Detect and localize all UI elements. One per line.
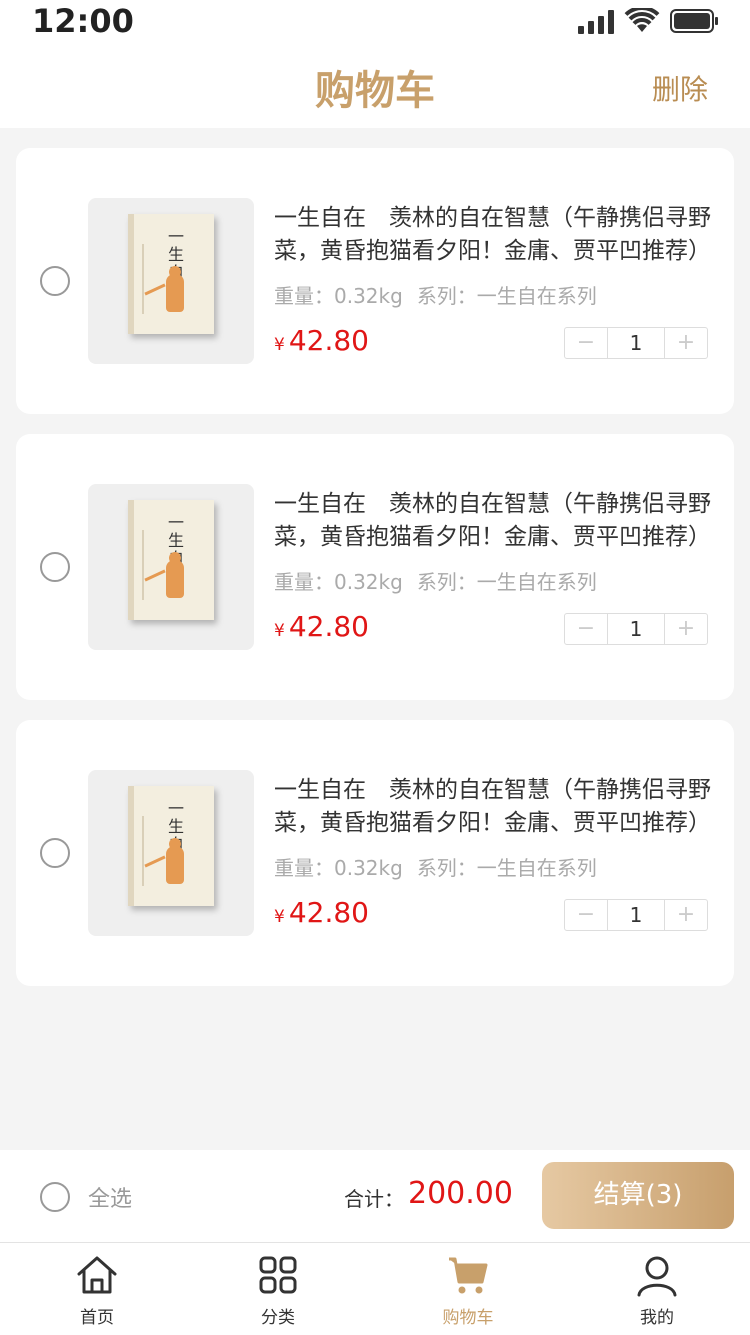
price-value: 42.80 bbox=[288, 610, 369, 643]
tab-label: 分类 bbox=[261, 1308, 295, 1328]
delete-button[interactable]: 删除 bbox=[652, 68, 708, 108]
status-time: 12:00 bbox=[32, 2, 134, 40]
select-all-label[interactable]: 全选 bbox=[88, 1181, 132, 1213]
quantity-stepper: − 1 + bbox=[564, 899, 708, 931]
book-cover: 一生自在 bbox=[128, 214, 214, 334]
user-icon bbox=[637, 1256, 677, 1297]
decrease-button[interactable]: − bbox=[565, 328, 607, 358]
quantity-value[interactable]: 1 bbox=[607, 328, 665, 358]
product-weight: 重量：0.32kg bbox=[274, 856, 403, 880]
product-price: ¥42.80 bbox=[274, 896, 369, 929]
product-meta: 重量：0.32kg 系列：一生自在系列 bbox=[274, 852, 597, 881]
tab-category[interactable]: 分类 bbox=[218, 1243, 338, 1335]
product-title[interactable]: 一生自在 羡林的自在智慧（午静携侣寻野菜，黄昏抱猫看夕阳！金庸、贾平凹推荐） bbox=[274, 202, 714, 268]
quantity-value[interactable]: 1 bbox=[607, 614, 665, 644]
tab-label: 购物车 bbox=[442, 1308, 494, 1328]
currency-symbol: ¥ bbox=[274, 335, 285, 355]
quantity-stepper: − 1 + bbox=[564, 327, 708, 359]
product-series: 系列：一生自在系列 bbox=[416, 856, 597, 880]
increase-button[interactable]: + bbox=[665, 328, 707, 358]
product-weight: 重量：0.32kg bbox=[274, 570, 403, 594]
page-title: 购物车 bbox=[315, 68, 435, 114]
decrease-button[interactable]: − bbox=[565, 900, 607, 930]
product-weight: 重量：0.32kg bbox=[274, 284, 403, 308]
checkout-button[interactable]: 结算(3) bbox=[542, 1162, 734, 1229]
item-select-radio[interactable] bbox=[40, 266, 70, 296]
item-select-radio[interactable] bbox=[40, 838, 70, 868]
wifi-icon bbox=[624, 8, 660, 32]
currency-symbol: ¥ bbox=[274, 621, 285, 641]
product-image[interactable]: 一生自在 bbox=[88, 484, 254, 650]
tab-home[interactable]: 首页 bbox=[37, 1243, 157, 1335]
cart-item: 一生自在 一生自在 羡林的自在智慧（午静携侣寻野菜，黄昏抱猫看夕阳！金庸、贾平凹… bbox=[16, 148, 734, 414]
increase-button[interactable]: + bbox=[665, 900, 707, 930]
book-cover: 一生自在 bbox=[128, 500, 214, 620]
decrease-button[interactable]: − bbox=[565, 614, 607, 644]
product-meta: 重量：0.32kg 系列：一生自在系列 bbox=[274, 566, 597, 595]
checkout-bar: 全选 合计： 200.00 结算(3) bbox=[0, 1150, 750, 1242]
select-all-radio[interactable] bbox=[40, 1182, 70, 1212]
total-value: 200.00 bbox=[408, 1176, 513, 1211]
cat-illustration bbox=[166, 838, 184, 884]
cart-icon bbox=[449, 1257, 488, 1294]
tab-bar: 首页 分类 购物车 我的 bbox=[0, 1242, 750, 1335]
cat-illustration bbox=[166, 552, 184, 598]
product-series: 系列：一生自在系列 bbox=[416, 570, 597, 594]
signal-icon bbox=[578, 8, 614, 34]
product-price: ¥42.80 bbox=[274, 610, 369, 643]
price-value: 42.80 bbox=[288, 324, 369, 357]
status-icons bbox=[578, 8, 720, 34]
product-price: ¥42.80 bbox=[274, 324, 369, 357]
battery-icon bbox=[670, 9, 718, 33]
status-bar: 12:00 bbox=[0, 0, 750, 44]
quantity-value[interactable]: 1 bbox=[607, 900, 665, 930]
book-cover: 一生自在 bbox=[128, 786, 214, 906]
quantity-stepper: − 1 + bbox=[564, 613, 708, 645]
cart-item: 一生自在 一生自在 羡林的自在智慧（午静携侣寻野菜，黄昏抱猫看夕阳！金庸、贾平凹… bbox=[16, 720, 734, 986]
product-meta: 重量：0.32kg 系列：一生自在系列 bbox=[274, 280, 597, 309]
currency-symbol: ¥ bbox=[274, 907, 285, 927]
product-title[interactable]: 一生自在 羡林的自在智慧（午静携侣寻野菜，黄昏抱猫看夕阳！金庸、贾平凹推荐） bbox=[274, 488, 714, 554]
item-select-radio[interactable] bbox=[40, 552, 70, 582]
nav-bar: 购物车 删除 bbox=[0, 44, 750, 128]
price-value: 42.80 bbox=[288, 896, 369, 929]
tab-cart[interactable]: 购物车 bbox=[408, 1243, 528, 1335]
product-image[interactable]: 一生自在 bbox=[88, 198, 254, 364]
product-image[interactable]: 一生自在 bbox=[88, 770, 254, 936]
product-series: 系列：一生自在系列 bbox=[416, 284, 597, 308]
tab-label: 首页 bbox=[80, 1308, 114, 1328]
tab-mine[interactable]: 我的 bbox=[597, 1243, 717, 1335]
increase-button[interactable]: + bbox=[665, 614, 707, 644]
cat-illustration bbox=[166, 266, 184, 312]
total-label: 合计： bbox=[344, 1187, 404, 1211]
category-icon bbox=[259, 1256, 297, 1294]
home-icon bbox=[77, 1256, 117, 1294]
cart-item: 一生自在 一生自在 羡林的自在智慧（午静携侣寻野菜，黄昏抱猫看夕阳！金庸、贾平凹… bbox=[16, 434, 734, 700]
product-title[interactable]: 一生自在 羡林的自在智慧（午静携侣寻野菜，黄昏抱猫看夕阳！金庸、贾平凹推荐） bbox=[274, 774, 714, 840]
tab-label: 我的 bbox=[640, 1308, 674, 1328]
